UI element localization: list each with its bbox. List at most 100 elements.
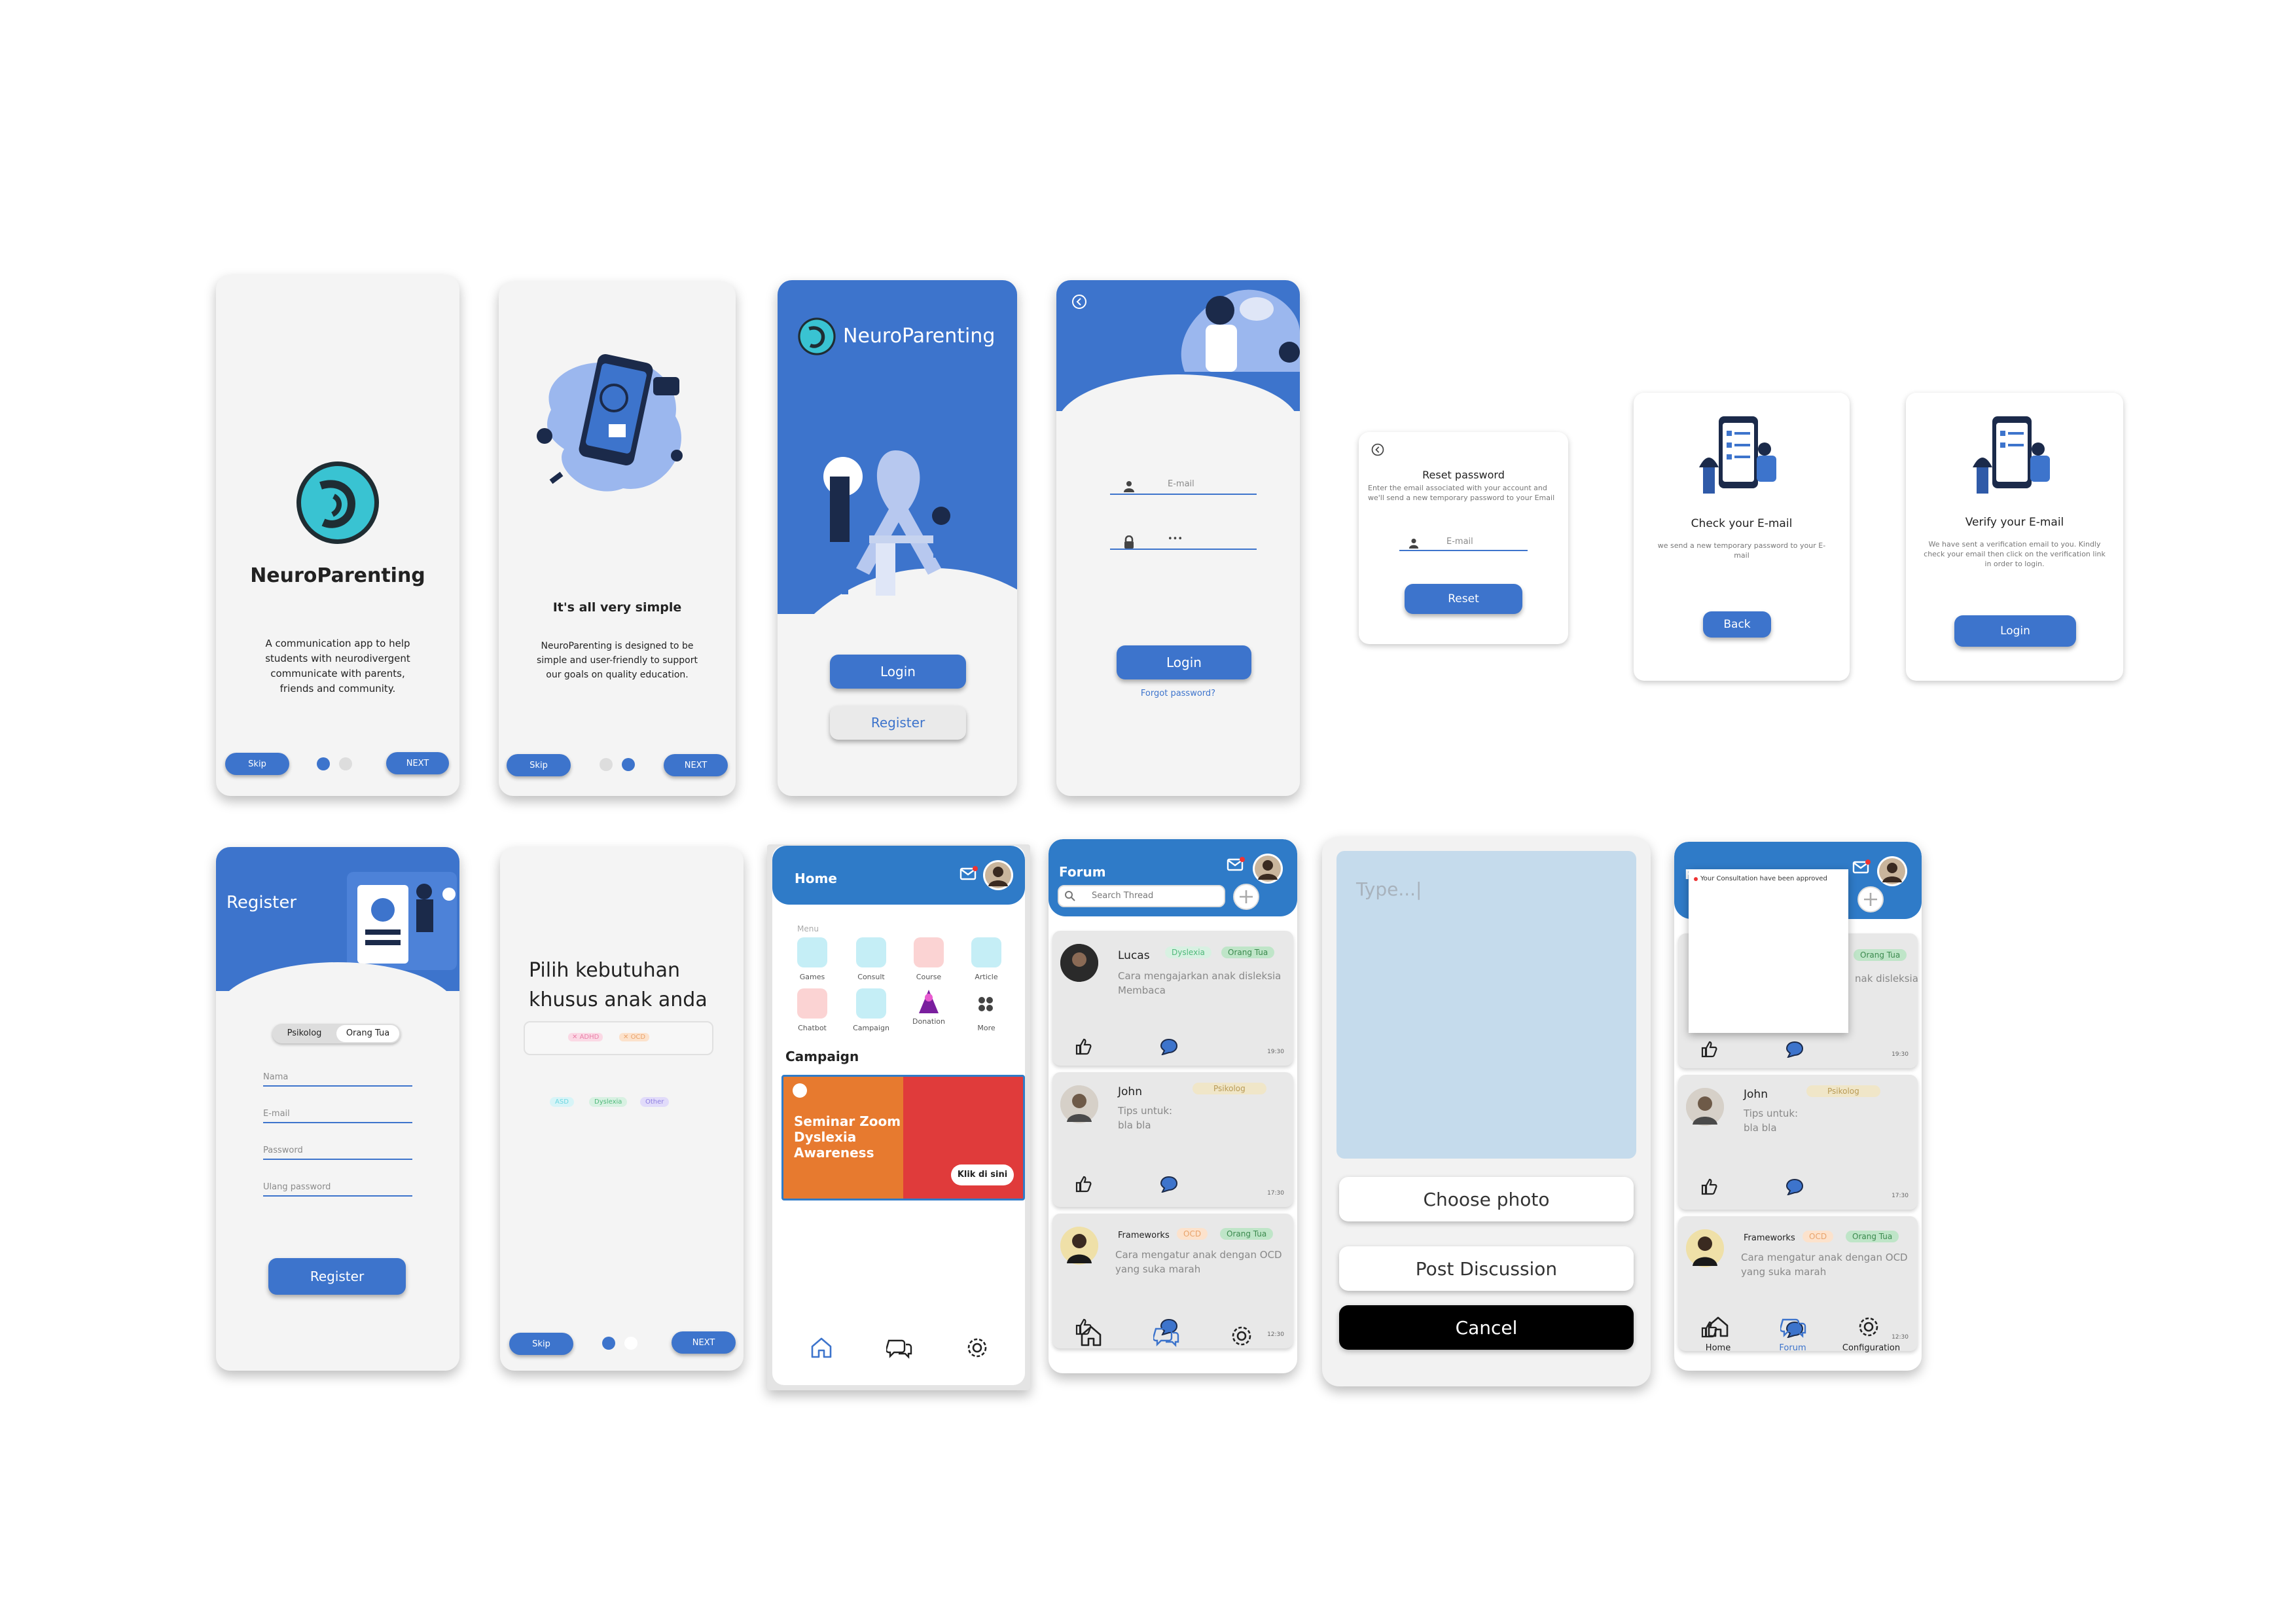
email-illustration [1696, 415, 1787, 500]
post-author: Frameworks [1118, 1231, 1170, 1240]
welcome-screen: NeuroParenting Login Register [778, 280, 1017, 796]
skip-button[interactable]: Skip [507, 754, 571, 776]
password-field[interactable]: ••• [1110, 534, 1257, 550]
cancel-button[interactable]: Cancel [1339, 1305, 1634, 1350]
search-bar[interactable]: Search Thread [1058, 885, 1225, 907]
avatar[interactable] [983, 860, 1013, 890]
bottom-nav [1049, 1310, 1297, 1373]
forum-icon[interactable] [1780, 1314, 1806, 1339]
back-icon[interactable] [1071, 293, 1088, 310]
post-tag: Orang Tua [1846, 1231, 1899, 1242]
menu-tile-course[interactable] [914, 937, 944, 967]
home-icon[interactable] [809, 1335, 834, 1360]
email-field[interactable]: E-mail [1110, 479, 1257, 495]
option-asd[interactable]: ASD [550, 1097, 574, 1107]
role-option-psikolog[interactable]: Psikolog [272, 1024, 336, 1043]
app-name: NeuroParenting [843, 325, 996, 348]
comment-icon[interactable] [1785, 1041, 1804, 1058]
reset-title: Reset password [1422, 469, 1505, 481]
post-time: 17:30 [1267, 1190, 1284, 1197]
campaign-title: Seminar Zoom Dyslexia Awareness [794, 1113, 901, 1161]
option-dyslexia[interactable]: Dyslexia [589, 1097, 628, 1107]
post-tag: Psikolog [1806, 1085, 1880, 1097]
reset-password-card: Reset password Enter the email associate… [1359, 432, 1568, 644]
comment-icon[interactable] [1785, 1178, 1804, 1195]
like-icon[interactable] [1075, 1038, 1092, 1055]
role-toggle[interactable]: Psikolog Orang Tua [272, 1024, 401, 1043]
mail-icon[interactable] [1852, 859, 1871, 875]
login-button[interactable]: Login [830, 655, 966, 689]
skip-button[interactable]: Skip [509, 1333, 573, 1355]
next-button[interactable]: NEXT [386, 752, 449, 774]
settings-icon[interactable] [1229, 1324, 1254, 1348]
forum-post[interactable]: John Psikolog Tips untuk: bla bla 17:30 [1052, 1072, 1293, 1207]
like-icon[interactable] [1700, 1041, 1717, 1058]
back-icon[interactable] [1371, 442, 1385, 457]
mail-icon[interactable] [960, 865, 978, 881]
campaign-cta-button[interactable]: Klik di sini [951, 1164, 1014, 1185]
post-text: Tips untuk: bla bla [1744, 1108, 1799, 1134]
like-icon[interactable] [1075, 1176, 1092, 1193]
avatar [1686, 1088, 1724, 1126]
password-field[interactable]: Password [263, 1146, 412, 1160]
next-button[interactable]: NEXT [672, 1331, 736, 1354]
menu-tile-consult[interactable] [856, 937, 886, 967]
comment-icon[interactable] [1160, 1176, 1178, 1193]
login-button[interactable]: Login [1117, 645, 1251, 679]
page-dot [339, 757, 352, 770]
post-tag: Orang Tua [1220, 1228, 1274, 1240]
app-name: NeuroParenting [250, 564, 425, 587]
choose-photo-button[interactable]: Choose photo [1339, 1177, 1634, 1221]
menu-tile-chatbot[interactable] [797, 988, 827, 1019]
next-button[interactable]: NEXT [664, 754, 728, 776]
discussion-text-area[interactable]: Type...| [1336, 851, 1636, 1159]
campaign-banner[interactable]: Seminar Zoom Dyslexia Awareness Klik di … [781, 1075, 1025, 1200]
post-time: 17:30 [1892, 1193, 1909, 1199]
comment-icon[interactable] [1160, 1038, 1178, 1055]
role-option-orang-tua[interactable]: Orang Tua [336, 1025, 399, 1042]
home-screen: Home Menu Games Consult Course Article C… [767, 844, 1030, 1390]
settings-icon[interactable] [965, 1335, 990, 1360]
menu-tile-games[interactable] [797, 937, 827, 967]
post-discussion-button[interactable]: Post Discussion [1339, 1246, 1634, 1291]
avatar[interactable] [1253, 854, 1283, 884]
home-icon[interactable] [1079, 1324, 1103, 1348]
avatar [1060, 944, 1098, 982]
email-field[interactable]: E-mail [263, 1109, 412, 1123]
option-other[interactable]: Other [640, 1097, 670, 1107]
more-icon[interactable] [977, 995, 995, 1013]
donation-icon[interactable] [916, 988, 941, 1015]
forum-icon[interactable] [1153, 1324, 1179, 1348]
register-button[interactable]: Register [268, 1258, 406, 1295]
menu-tile-campaign[interactable] [856, 988, 886, 1019]
mail-icon[interactable] [1227, 856, 1245, 872]
settings-icon[interactable] [1856, 1314, 1881, 1339]
home-icon[interactable] [1706, 1314, 1731, 1339]
add-thread-button[interactable] [1857, 886, 1884, 912]
register-button[interactable]: Register [830, 706, 966, 740]
forgot-password-link[interactable]: Forgot password? [1056, 689, 1300, 698]
email-field[interactable]: E-mail [1399, 537, 1528, 551]
reset-button[interactable]: Reset [1405, 584, 1522, 614]
phone-illustration [525, 338, 708, 501]
avatar[interactable] [1877, 856, 1907, 886]
forum-post[interactable]: Lucas Dyslexia Orang Tua Cara mengajarka… [1052, 931, 1293, 1066]
forum-post[interactable]: John Psikolog Tips untuk: bla bla 17:30 [1678, 1075, 1918, 1210]
needs-select[interactable]: ✕ ADHD ✕ OCD [524, 1021, 713, 1055]
page-dot-active [317, 757, 330, 770]
forum-icon[interactable] [886, 1335, 912, 1360]
like-icon[interactable] [1700, 1178, 1717, 1195]
back-button[interactable]: Back [1703, 611, 1771, 638]
add-thread-button[interactable] [1233, 884, 1259, 910]
menu-tile-article[interactable] [971, 937, 1001, 967]
tag-ocd-selected[interactable]: ✕ OCD [619, 1033, 650, 1041]
repeat-password-field[interactable]: Ulang password [263, 1182, 412, 1197]
skip-button[interactable]: Skip [225, 753, 289, 775]
name-field[interactable]: Nama [263, 1072, 412, 1087]
login-button[interactable]: Login [1954, 615, 2076, 647]
login-screen: E-mail ••• Login Forgot password? [1056, 280, 1300, 796]
tag-adhd-selected[interactable]: ✕ ADHD [568, 1033, 603, 1041]
notification-popup[interactable]: Your Consultation have been approved [1689, 869, 1848, 1033]
menu-label-donation: Donation [912, 1017, 945, 1026]
home-frame: Home Menu Games Consult Course Article C… [772, 846, 1025, 1385]
